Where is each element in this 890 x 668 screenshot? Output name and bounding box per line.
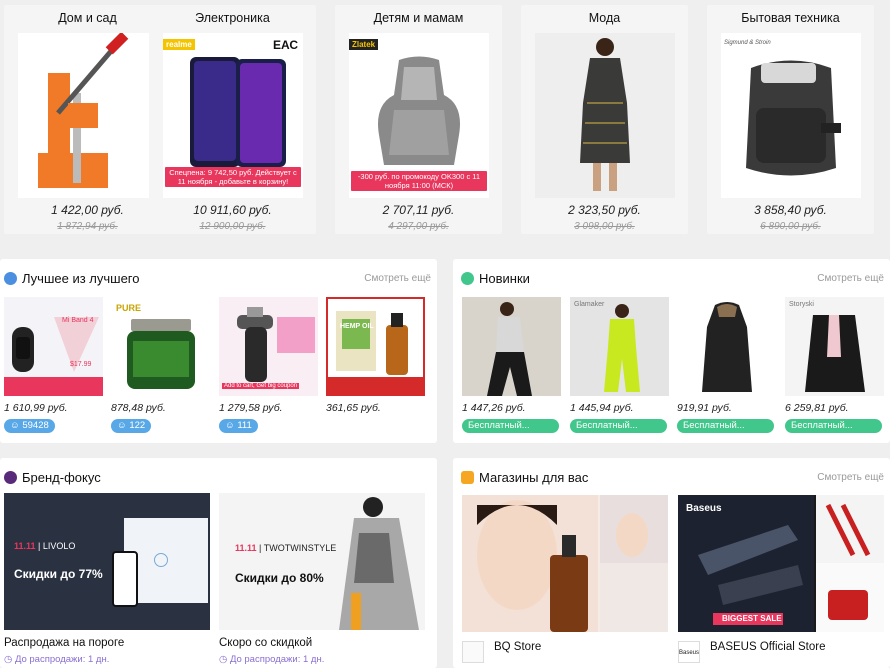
brand-panel-title: Бренд-фокус: [4, 470, 101, 485]
product-price: 3 858,40 руб.: [754, 203, 827, 217]
product-price: 2 323,50 руб.: [568, 203, 641, 217]
product-old-price: 6 890,00 руб.: [760, 221, 821, 232]
heart-icon: [4, 471, 17, 484]
store-name[interactable]: BQ Store: [494, 641, 541, 653]
new-panel-title: Новинки: [461, 271, 530, 286]
product-image: [18, 33, 158, 198]
store-name[interactable]: BASEUS Official Store: [710, 641, 825, 653]
product-old-price: 3 098,00 руб.: [574, 221, 635, 232]
review-count-badge: ☺ 122: [111, 419, 152, 433]
category-card-fashion[interactable]: Мода 2 323,50 руб. 3 098,00 руб.: [521, 5, 688, 234]
brand-banner-twotwinstyle[interactable]: 11.11 | TWOTWINSTYLE Скидки до 80%: [219, 493, 425, 630]
product-price: 6 259,81 руб.: [785, 402, 849, 414]
category-card-appliances[interactable]: Бытовая техника Sigmund & Stroin 3 858,4…: [707, 5, 874, 234]
new-panel: Новинки Смотреть ещё 1 447,26 руб. Беспл…: [453, 259, 890, 443]
product-tile[interactable]: PURE: [111, 297, 210, 396]
category-card-electronics[interactable]: Электроника realme ЕАС Спецпена: 9 742,5…: [149, 5, 316, 234]
best-panel: Лучшее из лучшего Смотреть ещё Mi Band 4…: [0, 259, 437, 443]
stores-see-more-link[interactable]: Смотреть ещё: [817, 472, 884, 483]
product-price: 1 422,00 руб.: [51, 203, 124, 217]
stores-panel: Магазины для вас Смотреть ещё BQ Store B…: [453, 458, 890, 668]
category-card-kids[interactable]: Детям и мамам Zlatek -300 руб. по промок…: [335, 5, 502, 234]
product-tile[interactable]: [677, 297, 776, 396]
product-price: 919,91 руб.: [677, 402, 732, 414]
store-logo: Baseus: [678, 641, 700, 663]
countdown-text: ◷ До распродажи: 1 дн.: [219, 654, 325, 665]
eac-mark: ЕАС: [272, 38, 298, 52]
brand-logo: Zlatek: [349, 39, 379, 50]
review-count-badge: ☺ 111: [219, 419, 258, 433]
promo-label: Спецпена: 9 742,50 руб. Действует с 11 н…: [165, 167, 301, 187]
product-image: [535, 33, 675, 198]
free-shipping-badge: Бесплатный...: [570, 419, 667, 433]
new-see-more-link[interactable]: Смотреть ещё: [817, 273, 884, 284]
product-tile[interactable]: Add to cart, Get big coupon: [219, 297, 318, 396]
discount-text: Скидки до 80%: [235, 571, 324, 585]
product-price: 1 447,26 руб.: [462, 402, 526, 414]
free-shipping-badge: Бесплатный...: [677, 419, 774, 433]
best-icon: [4, 272, 17, 285]
best-see-more-link[interactable]: Смотреть ещё: [364, 273, 431, 284]
product-tile[interactable]: [462, 297, 561, 396]
stores-panel-title: Магазины для вас: [461, 470, 588, 485]
category-title: Бытовая техника: [741, 11, 840, 25]
category-title: Детям и мамам: [373, 11, 464, 25]
store-logo: [462, 641, 484, 663]
brand-banner-livolo[interactable]: 11.11 | LIVOLO Скидки до 77%: [4, 493, 210, 630]
product-old-price: 1 872,94 руб.: [57, 221, 118, 232]
product-tile[interactable]: Storyski: [785, 297, 884, 396]
product-tile[interactable]: HEMP OIL: [326, 297, 425, 396]
review-count-badge: ☺ 59428: [4, 419, 55, 433]
product-image: realme ЕАС Спецпена: 9 742,50 руб. Дейст…: [163, 33, 303, 198]
product-price: 361,65 руб.: [326, 402, 381, 414]
store-banner-bq[interactable]: [462, 495, 668, 632]
product-old-price: 4 297,00 руб.: [388, 221, 449, 232]
product-tile[interactable]: Glamaker: [570, 297, 669, 396]
category-title: Мода: [588, 11, 621, 25]
heart-icon: [461, 272, 474, 285]
free-shipping-badge: Бесплатный...: [462, 419, 559, 433]
brand-label: Распродажа на пороге: [4, 637, 125, 649]
best-panel-title: Лучшее из лучшего: [4, 271, 140, 286]
product-old-price: 12 900,00 руб.: [199, 221, 266, 232]
free-shipping-badge: Бесплатный...: [785, 419, 882, 433]
store-banner-baseus[interactable]: Baseus BIGGEST SALE: [678, 495, 884, 632]
brand-panel: Бренд-фокус 11.11 | LIVOLO Скидки до 77%…: [0, 458, 437, 668]
product-price: 2 707,11 руб.: [382, 203, 455, 217]
brand-label: Скоро со скидкой: [219, 637, 313, 649]
product-price: 1 279,58 руб.: [219, 402, 283, 414]
discount-text: Скидки до 77%: [14, 567, 103, 581]
category-title: Дом и сад: [58, 11, 117, 25]
countdown-text: ◷ До распродажи: 1 дн.: [4, 654, 110, 665]
product-price: 878,48 руб.: [111, 402, 166, 414]
product-tile[interactable]: Mi Band 4 $17.99: [4, 297, 103, 396]
promo-label: -300 руб. по промокоду OK300 с 11 ноября…: [351, 171, 487, 191]
category-title: Электроника: [195, 11, 270, 25]
product-image: Sigmund & Stroin: [721, 33, 861, 198]
product-price: 10 911,60 руб.: [193, 203, 272, 217]
brand-logo: Sigmund & Stroin: [724, 40, 771, 46]
product-price: 1 610,99 руб.: [4, 402, 68, 414]
product-image: Zlatek -300 руб. по промокоду OK300 с 11…: [349, 33, 489, 198]
product-price: 1 445,94 руб.: [570, 402, 634, 414]
store-icon: [461, 471, 474, 484]
brand-logo: realme: [163, 39, 195, 50]
category-card-home[interactable]: Дом и сад 1 422,00 руб. 1 872,94 руб.: [4, 5, 171, 234]
